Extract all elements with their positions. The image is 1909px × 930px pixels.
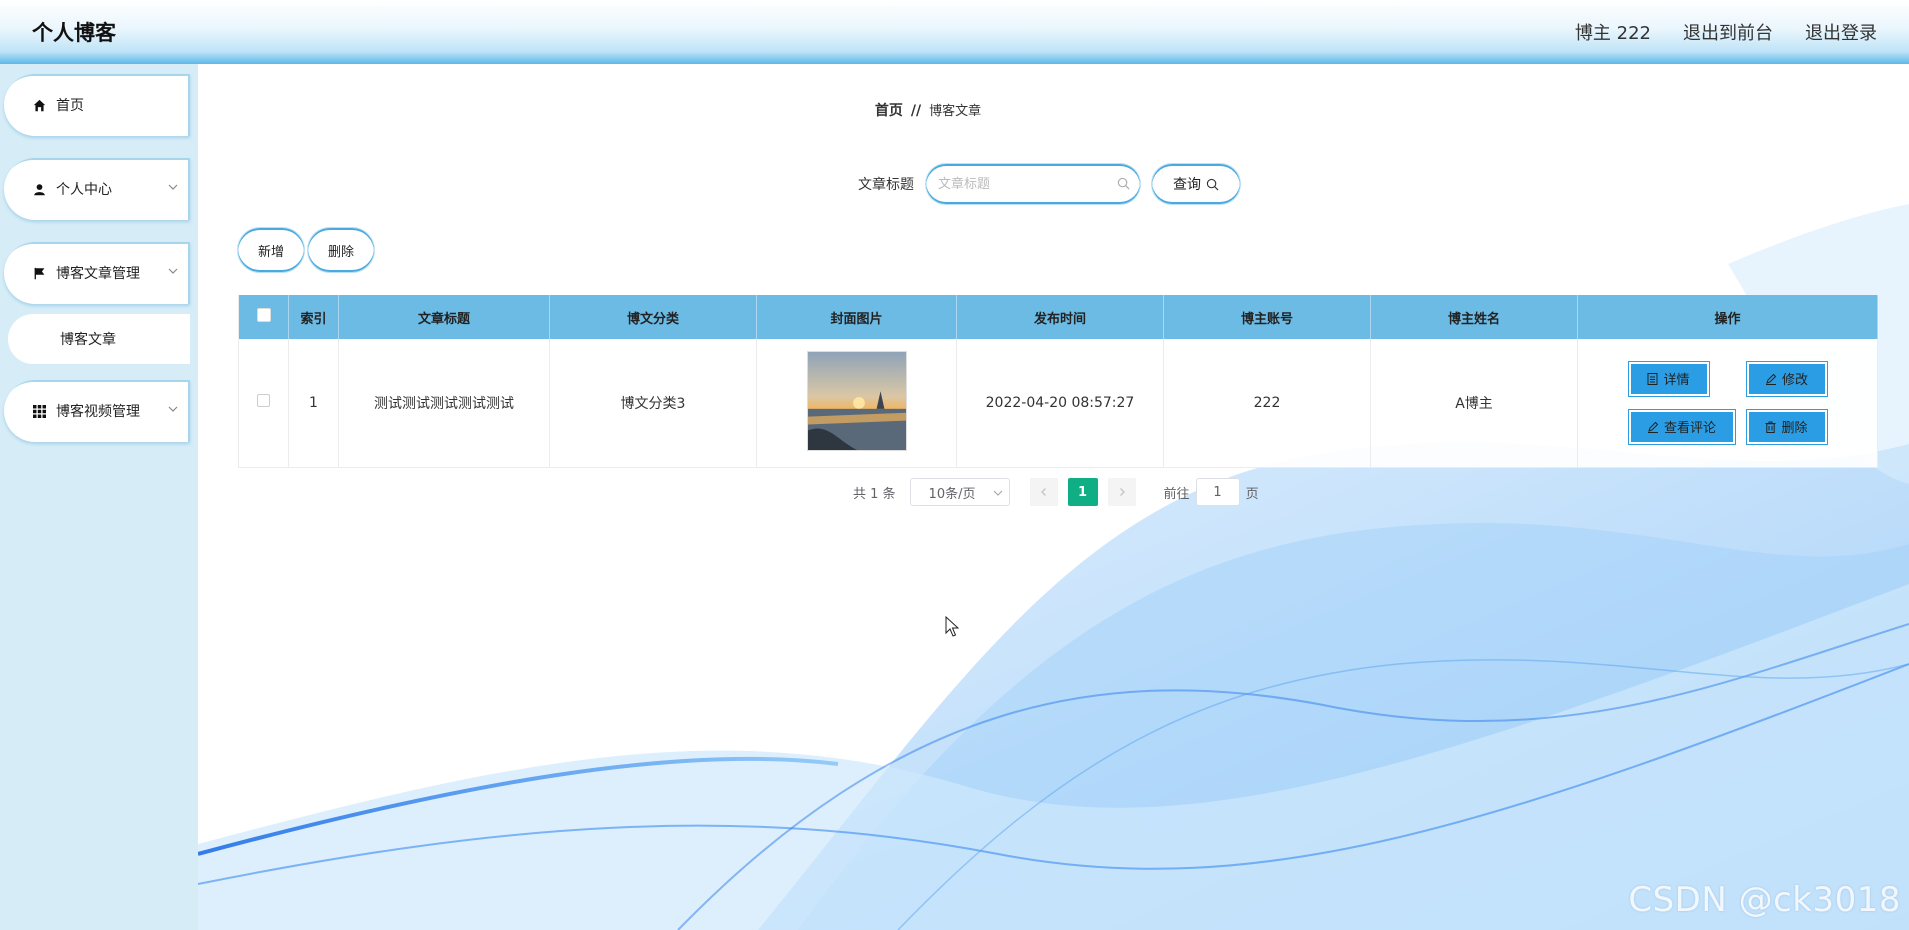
grid-icon	[32, 404, 46, 418]
cell-title: 测试测试测试测试测试	[338, 339, 550, 468]
pagination: 共 1 条 10条/页 1 前往 页	[853, 478, 1259, 506]
view-comments-button[interactable]: 查看评论	[1628, 409, 1735, 444]
column-header: 博主账号	[1163, 295, 1371, 339]
view-comments-button-label: 查看评论	[1663, 421, 1716, 437]
search-input[interactable]	[938, 169, 1108, 199]
cell-cover	[756, 339, 957, 468]
select-all-checkbox[interactable]	[256, 308, 271, 322]
goto-page: 前往 页	[1164, 478, 1259, 506]
home-icon	[32, 98, 46, 112]
chevron-right-icon	[1119, 488, 1125, 496]
sidebar-item-label: 个人中心	[56, 182, 112, 198]
row-checkbox[interactable]	[257, 394, 270, 408]
breadcrumb-current: 博客文章	[929, 104, 982, 119]
column-header: 操作	[1577, 295, 1878, 339]
breadcrumb-home[interactable]: 首页	[875, 103, 903, 119]
query-button[interactable]: 查询	[1152, 164, 1240, 204]
search-icon	[1206, 178, 1219, 190]
sidebar-item-blog-articles[interactable]: 博客文章	[8, 314, 190, 364]
column-header: 发布时间	[956, 295, 1164, 339]
breadcrumb: 首页 // 博客文章	[198, 100, 1658, 120]
edit-button-label: 修改	[1781, 373, 1808, 389]
watermark: CSDN @ck3018	[1628, 880, 1901, 920]
goto-suffix: 页	[1245, 486, 1259, 502]
cover-image	[806, 350, 907, 451]
sidebar-item-home[interactable]: 首页	[4, 74, 190, 136]
row-select-cell	[238, 339, 289, 468]
edit-button[interactable]: 修改	[1746, 361, 1827, 396]
column-header: 博文分类	[549, 295, 757, 339]
column-header: 文章标题	[338, 295, 550, 339]
cell-operations: 详情 修改 查看评论 删除	[1577, 339, 1878, 468]
sidebar-item-video-management[interactable]: 博客视频管理	[4, 380, 190, 442]
document-icon	[1647, 372, 1658, 385]
chevron-down-icon	[168, 184, 178, 190]
search-box	[926, 164, 1140, 204]
breadcrumb-separator: //	[910, 103, 922, 119]
table-header-row: 索引 文章标题 博文分类 封面图片 发布时间 博主账号 博主姓名 操作	[238, 295, 1878, 339]
goto-label: 前往	[1163, 486, 1190, 502]
article-table: 索引 文章标题 博文分类 封面图片 发布时间 博主账号 博主姓名 操作 1 测试…	[238, 295, 1878, 468]
chevron-down-icon	[168, 268, 178, 274]
column-header: 索引	[288, 295, 339, 339]
page-size-value: 10条/页	[928, 486, 976, 502]
chevron-down-icon	[168, 406, 178, 412]
sidebar-item-label: 博客文章	[60, 332, 116, 348]
trash-icon	[1765, 421, 1776, 433]
app-title: 个人博客	[32, 21, 116, 45]
header-select-all[interactable]	[238, 295, 289, 339]
column-header: 博主姓名	[1370, 295, 1578, 339]
search-icon	[1117, 177, 1130, 190]
logout-link[interactable]: 退出登录	[1805, 19, 1877, 45]
chevron-down-icon	[993, 490, 1002, 496]
search-label: 文章标题	[858, 177, 914, 193]
current-user: 博主 222	[1574, 23, 1651, 44]
sidebar-item-label: 博客视频管理	[56, 404, 140, 420]
search-bar: 文章标题 查询	[858, 164, 1240, 204]
sidebar-item-article-management[interactable]: 博客文章管理	[4, 242, 190, 304]
sidebar-item-label: 首页	[56, 98, 84, 114]
row-actions: 详情 修改 查看评论 删除	[1578, 361, 1877, 444]
sidebar: 首页 个人中心 博客文章管理 博客文章 博客视频管理	[0, 64, 198, 930]
header-nav: 博主 222 退出到前台 退出登录	[1575, 19, 1877, 45]
top-header: 个人博客 博主 222 退出到前台 退出登录	[0, 0, 1909, 64]
user-icon	[32, 182, 46, 196]
column-header: 封面图片	[756, 295, 957, 339]
goto-page-input[interactable]	[1195, 478, 1240, 506]
batch-delete-button[interactable]: 删除	[308, 228, 374, 272]
edit-icon	[1647, 421, 1659, 433]
delete-button-label: 删除	[1781, 421, 1808, 437]
page-number[interactable]: 1	[1067, 478, 1098, 506]
next-page-button[interactable]	[1107, 478, 1136, 506]
mouse-cursor-icon	[945, 616, 959, 637]
table-row: 1 测试测试测试测试测试 博文分类3 2022-04-20 08:57:27 2…	[238, 339, 1878, 468]
page-size-select[interactable]: 10条/页	[909, 478, 1010, 506]
sidebar-item-personal-center[interactable]: 个人中心	[4, 158, 190, 220]
cell-name: A博主	[1370, 339, 1578, 468]
detail-button[interactable]: 详情	[1628, 361, 1709, 396]
cell-category: 博文分类3	[549, 339, 757, 468]
detail-button-label: 详情	[1663, 373, 1690, 389]
flag-icon	[32, 266, 46, 280]
action-row: 新增 删除	[238, 228, 374, 272]
exit-to-front-link[interactable]: 退出到前台	[1683, 19, 1773, 45]
cell-account: 222	[1163, 339, 1371, 468]
cell-index: 1	[288, 339, 339, 468]
query-button-label: 查询	[1173, 177, 1201, 193]
prev-page-button[interactable]	[1029, 478, 1058, 506]
cell-publish-time: 2022-04-20 08:57:27	[956, 339, 1164, 468]
sidebar-item-label: 博客文章管理	[56, 266, 140, 282]
edit-icon	[1765, 373, 1777, 385]
total-count: 共 1 条	[853, 486, 896, 502]
main-content: 首页 // 博客文章 文章标题 查询 新增 删除 索引 文章标题	[198, 64, 1909, 930]
add-button[interactable]: 新增	[238, 228, 304, 272]
chevron-left-icon	[1040, 488, 1046, 496]
delete-button[interactable]: 删除	[1746, 409, 1827, 444]
